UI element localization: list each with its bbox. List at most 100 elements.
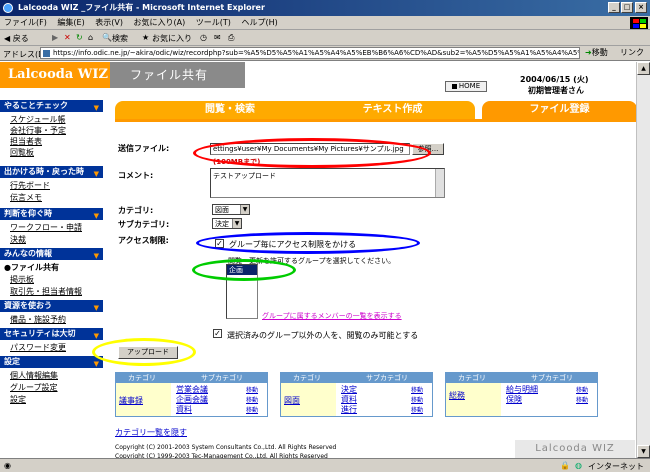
comment-label: コメント: (118, 171, 154, 180)
member-list-link[interactable]: グループに属するメンバーの一覧を表示する (262, 311, 402, 321)
move-link[interactable]: 移動 (576, 385, 588, 394)
search-icon: 🔍 (102, 33, 112, 42)
sidebar-section-todo[interactable]: やることチェック ▼ (0, 100, 103, 112)
address-url: https://info.odic.ne.jp/~akira/odic/wiz/… (53, 49, 579, 57)
menu-edit[interactable]: 編集(E) (53, 16, 88, 30)
sidebar-item-circular[interactable]: 回覧板 (10, 147, 34, 158)
move-link[interactable]: 移動 (246, 405, 258, 414)
file-input[interactable]: ettings¥user¥My Documents¥My Pictures¥サン… (210, 143, 410, 155)
tab-file-register[interactable]: ファイル登録 (482, 101, 637, 119)
upload-button[interactable]: アップロード (118, 346, 178, 359)
group-listbox[interactable]: 企画 (226, 264, 258, 319)
page-scrollbar[interactable]: ▲ ▼ (636, 62, 650, 458)
sidebar-item-approval[interactable]: 決裁 (10, 234, 26, 245)
status-bar: ◉ 🔒 ◍ インターネット (0, 458, 650, 472)
sidebar-item-bulletin-board[interactable]: 掲示板 (10, 274, 34, 285)
browse-button[interactable]: 参照... (412, 143, 444, 155)
close-button[interactable]: × (635, 2, 647, 13)
sidebar-item-staff[interactable]: 担当者表 (10, 136, 42, 147)
sidebar-item-personal-info[interactable]: 個人情報編集 (10, 370, 58, 381)
menu-tools[interactable]: ツール(T) (192, 16, 235, 30)
sidebar-section-judgment[interactable]: 判断を仰ぐ時 ▼ (0, 208, 103, 220)
menu-file[interactable]: ファイル(F) (0, 16, 51, 30)
scroll-up-icon[interactable]: ▲ (637, 62, 650, 75)
file-size-note: (100MBまで) (213, 158, 261, 166)
menu-favorites[interactable]: お気に入り(A) (130, 16, 190, 30)
sidebar-section-shared-info[interactable]: みんなの情報 ▼ (0, 248, 103, 260)
sidebar-item-workflow[interactable]: ワークフロー・申請 (10, 222, 82, 233)
favorites-button[interactable]: お気に入り (152, 33, 192, 44)
history-icon[interactable]: ◷ (200, 33, 207, 42)
windows-logo-icon (630, 17, 648, 29)
sidebar-item-destination-board[interactable]: 行先ボード (10, 180, 50, 191)
minimize-button[interactable]: _ (608, 2, 620, 13)
other-readonly-checkbox[interactable]: ✓ (213, 329, 222, 338)
forward-button[interactable]: ▶ (52, 33, 58, 42)
menu-bar: ファイル(F) 編集(E) 表示(V) お気に入り(A) ツール(T) ヘルプ(… (0, 16, 650, 30)
move-link[interactable]: 移動 (411, 385, 423, 394)
subcategory-link[interactable]: 保険 (506, 394, 522, 405)
menu-help[interactable]: ヘルプ(H) (237, 16, 281, 30)
comment-scrollbar[interactable] (435, 169, 444, 197)
current-user: 初期管理者さん (528, 86, 584, 95)
subcategory-link[interactable]: 進行 (341, 404, 357, 415)
copyright-line-1: Copyright (C) 2001-2003 System Consultan… (115, 444, 337, 451)
group-option[interactable]: 企画 (227, 265, 257, 275)
sidebar-item-clients[interactable]: 取引先・担当者情報 (10, 286, 82, 297)
comment-text: テストアップロード (213, 172, 276, 180)
category-table-general-affairs: カテゴリ サブカテゴリ 総務 給与明細 保険 移動 移動 (445, 372, 598, 417)
back-button[interactable]: ◀ 戻る (4, 33, 29, 44)
sidebar-section-label: 資源を使おう (4, 301, 52, 310)
move-link[interactable]: 移動 (576, 395, 588, 404)
print-icon[interactable]: ⎙ (228, 33, 234, 43)
subcategory-link[interactable]: 資料 (176, 404, 192, 415)
address-input[interactable]: https://info.odic.ne.jp/~akira/odic/wiz/… (40, 47, 580, 59)
refresh-icon[interactable]: ↻ (76, 33, 83, 42)
comment-textarea[interactable]: テストアップロード (210, 168, 445, 198)
stop-icon[interactable]: ✕ (64, 33, 71, 42)
subcategory-select[interactable]: 決定 ▼ (212, 218, 242, 229)
tab-text-create[interactable]: テキスト作成 (310, 101, 475, 119)
category-link[interactable]: 図面 (284, 395, 300, 406)
sidebar-item-file-sharing[interactable]: ●ファイル共有 (4, 262, 59, 273)
search-button[interactable]: 検索 (112, 33, 128, 44)
window-title-bar: Lalcooda WIZ _ファイル共有 - Microsoft Interne… (0, 0, 650, 16)
category-table-header: カテゴリ サブカテゴリ (116, 373, 267, 383)
home-button[interactable]: HOME (445, 81, 487, 92)
maximize-button[interactable]: □ (621, 2, 633, 13)
sidebar-section-going-out[interactable]: 出かける時・戻った時 ▼ (0, 166, 103, 178)
category-link[interactable]: 総務 (449, 390, 465, 401)
home-icon[interactable]: ⌂ (88, 33, 93, 42)
sidebar-item-settings[interactable]: 設定 (10, 394, 26, 405)
header-subcategory: サブカテゴリ (366, 374, 408, 382)
links-button[interactable]: リンク (620, 47, 650, 59)
footer-logo: Lalcooda WIZ (515, 440, 635, 458)
header-category: カテゴリ (128, 374, 156, 382)
scroll-down-icon[interactable]: ▼ (637, 445, 650, 458)
sidebar-section-resources[interactable]: 資源を使おう ▼ (0, 300, 103, 312)
home-small-icon (451, 83, 457, 89)
go-button[interactable]: ➜移動 (585, 47, 615, 59)
move-link[interactable]: 移動 (411, 405, 423, 414)
access-restrict-checkbox[interactable]: ✓ (215, 239, 224, 248)
menu-view[interactable]: 表示(V) (91, 16, 127, 30)
sidebar-item-message-memo[interactable]: 伝言メモ (10, 192, 42, 203)
category-select[interactable]: 図面 ▼ (212, 204, 250, 215)
sidebar-item-group-settings[interactable]: グループ設定 (10, 382, 58, 393)
sidebar-item-change-password[interactable]: パスワード変更 (10, 342, 66, 353)
sidebar-item-events[interactable]: 会社行事・予定 (10, 125, 66, 136)
move-link[interactable]: 移動 (246, 395, 258, 404)
hide-category-link[interactable]: カテゴリ一覧を隠す (115, 427, 187, 438)
move-link[interactable]: 移動 (246, 385, 258, 394)
mail-icon[interactable]: ✉ (214, 33, 221, 42)
move-link[interactable]: 移動 (411, 395, 423, 404)
triangle-down-icon: ▼ (93, 212, 99, 220)
sidebar-section-security[interactable]: セキュリティは大切 ▼ (0, 328, 103, 340)
app-logo: Lalcooda WIZ (0, 62, 110, 88)
sidebar-item-reservation[interactable]: 備品・施設予約 (10, 314, 66, 325)
sidebar-section-label: 設定 (4, 357, 20, 366)
header-category: カテゴリ (293, 374, 321, 382)
sidebar-section-settings[interactable]: 設定 ▼ (0, 356, 103, 368)
category-link[interactable]: 議事録 (119, 395, 143, 406)
sidebar-item-schedule[interactable]: スケジュール帳 (10, 114, 65, 125)
